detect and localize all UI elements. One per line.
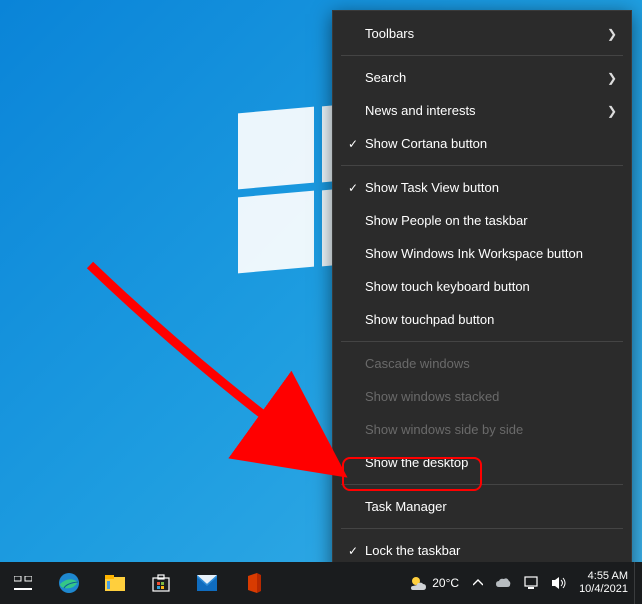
menu-separator (341, 55, 623, 56)
menu-separator (341, 528, 623, 529)
menu-item-label: Show People on the taskbar (365, 213, 617, 228)
menu-item-label: Toolbars (365, 26, 607, 41)
menu-item-label: Show Task View button (365, 180, 617, 195)
network-tray-icon[interactable] (517, 562, 545, 604)
tray-overflow-button[interactable] (467, 562, 489, 604)
menu-item-task-manager[interactable]: Task Manager (333, 490, 631, 523)
menu-item-label: Show the desktop (365, 455, 617, 470)
annotation-arrow (75, 255, 375, 505)
menu-item-label: Cascade windows (365, 356, 617, 371)
check-icon: ✓ (341, 181, 365, 195)
menu-item-show-touch-keyboard-button[interactable]: Show touch keyboard button (333, 270, 631, 303)
clock-date: 10/4/2021 (579, 583, 628, 596)
file-explorer-button[interactable] (92, 562, 138, 604)
menu-item-label: Show touchpad button (365, 312, 617, 327)
show-desktop-button[interactable] (634, 562, 640, 604)
chevron-right-icon: ❯ (607, 27, 617, 41)
menu-item-toolbars[interactable]: Toolbars❯ (333, 17, 631, 50)
onedrive-tray-icon[interactable] (489, 562, 517, 604)
task-view-button[interactable] (0, 562, 46, 604)
weather-temp: 20°C (432, 576, 459, 590)
menu-item-show-cortana-button[interactable]: ✓Show Cortana button (333, 127, 631, 160)
menu-item-show-windows-stacked: Show windows stacked (333, 380, 631, 413)
menu-item-show-people-on-the-taskbar[interactable]: Show People on the taskbar (333, 204, 631, 237)
clock-time: 4:55 AM (588, 570, 628, 583)
clock-tray[interactable]: 4:55 AM 10/4/2021 (573, 562, 634, 604)
menu-item-label: Show windows stacked (365, 389, 617, 404)
chevron-right-icon: ❯ (607, 104, 617, 118)
check-icon: ✓ (341, 137, 365, 151)
desktop: Toolbars❯Search❯News and interests❯✓Show… (0, 0, 642, 604)
menu-item-label: Task Manager (365, 499, 617, 514)
taskbar[interactable]: 20°C 4:55 AM 10/4/2021 (0, 562, 642, 604)
weather-widget[interactable]: 20°C (401, 562, 467, 604)
menu-item-search[interactable]: Search❯ (333, 61, 631, 94)
menu-item-show-touchpad-button[interactable]: Show touchpad button (333, 303, 631, 336)
edge-browser-button[interactable] (46, 562, 92, 604)
menu-separator (341, 484, 623, 485)
menu-item-show-windows-ink-workspace-button[interactable]: Show Windows Ink Workspace button (333, 237, 631, 270)
menu-item-label: Show Windows Ink Workspace button (365, 246, 617, 261)
menu-separator (341, 165, 623, 166)
menu-item-show-task-view-button[interactable]: ✓Show Task View button (333, 171, 631, 204)
menu-item-news-and-interests[interactable]: News and interests❯ (333, 94, 631, 127)
menu-item-label: Show touch keyboard button (365, 279, 617, 294)
volume-tray-icon[interactable] (545, 562, 573, 604)
menu-item-label: Lock the taskbar (365, 543, 617, 558)
microsoft-store-button[interactable] (138, 562, 184, 604)
taskbar-context-menu: Toolbars❯Search❯News and interests❯✓Show… (332, 10, 632, 604)
menu-item-label: Search (365, 70, 607, 85)
menu-item-label: News and interests (365, 103, 607, 118)
menu-separator (341, 341, 623, 342)
mail-app-button[interactable] (184, 562, 230, 604)
menu-item-cascade-windows: Cascade windows (333, 347, 631, 380)
menu-item-label: Show windows side by side (365, 422, 617, 437)
chevron-right-icon: ❯ (607, 71, 617, 85)
menu-item-label: Show Cortana button (365, 136, 617, 151)
menu-item-show-windows-side-by-side: Show windows side by side (333, 413, 631, 446)
office-app-button[interactable] (230, 562, 276, 604)
check-icon: ✓ (341, 544, 365, 558)
menu-item-show-the-desktop[interactable]: Show the desktop (333, 446, 631, 479)
weather-icon (409, 574, 427, 592)
